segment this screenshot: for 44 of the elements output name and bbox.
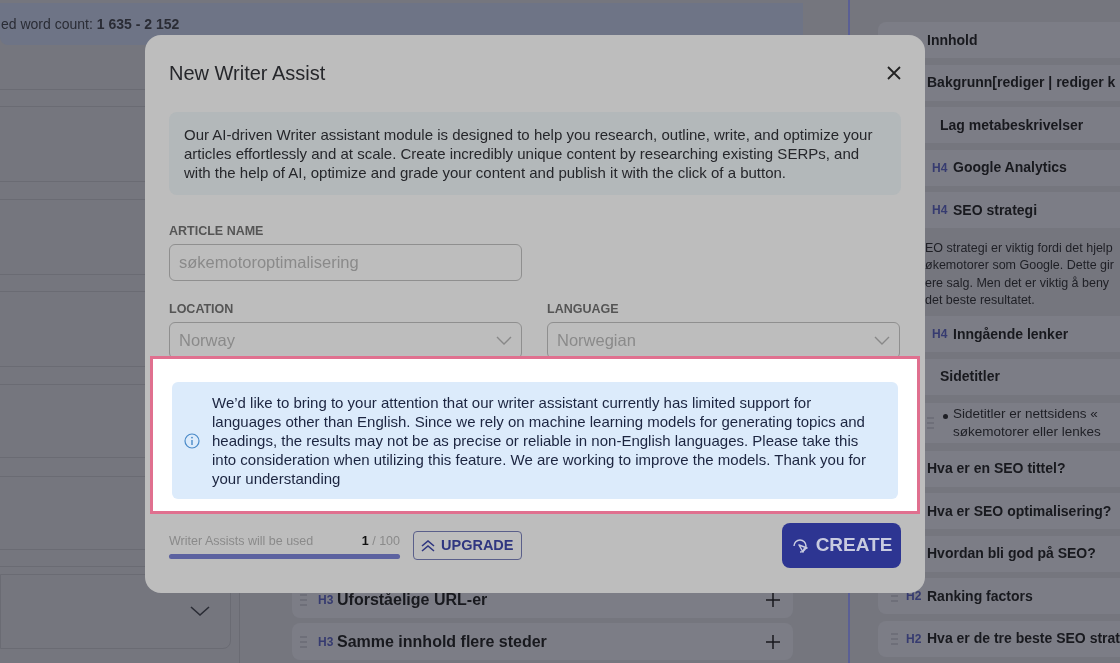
heading-text: Bakgrunn[rediger | rediger k	[927, 73, 1116, 92]
heading-text: Google Analytics	[953, 158, 1067, 177]
heading-level: H4	[932, 202, 949, 219]
heading-text: Inngående lenker	[953, 324, 1069, 344]
heading-text: Hva er de tre beste SEO strat	[927, 629, 1120, 648]
outline-item[interactable]: H2 Hva er de tre beste SEO strat	[878, 620, 1120, 657]
drag-handle-icon[interactable]	[300, 592, 307, 607]
heading-text: SEO strategi	[953, 200, 1038, 220]
heading-text: Hva er en SEO tittel?	[927, 459, 1066, 478]
info-icon	[184, 432, 200, 449]
heading-text: Samme innhold flere steder	[337, 631, 547, 652]
plus-icon[interactable]	[766, 634, 780, 649]
upgrade-button[interactable]: UPGRADE	[413, 531, 522, 560]
notice-text: We’d like to bring to your attention that our writer assistant currently has limited support for languages other than English. Since we rely on machine learning models for generating topics and headings, the results may not be as precise or reliable in non-English languages. Please take this into consideration when utilizing this feature. We are working to improve the models. Thank you for your understanding	[212, 393, 867, 488]
close-icon	[887, 66, 901, 80]
field-label: ARTICLE NAME	[169, 223, 265, 238]
field-label: LOCATION	[169, 301, 235, 316]
chevron-down-icon	[874, 336, 890, 345]
heading-text: Uforståelige URL-er	[337, 589, 488, 610]
paragraph-text: EO strategi er viktig fordi det hjelp økemotorer som Google. Dette gir ere salg. Men det er viktig å beny det beste resultatet.	[925, 239, 1115, 309]
chevron-down-icon	[496, 336, 512, 345]
bullet-text: Sidetitler er nettsidens « søkemotorer eller lenkes	[953, 404, 1101, 441]
heading-text: Innhold	[927, 30, 978, 50]
heading-level: H3	[318, 591, 335, 609]
chevron-down-icon	[190, 606, 210, 617]
create-button[interactable]: CREATE	[782, 523, 901, 568]
heading-level: H2	[906, 630, 923, 648]
chevrons-up-icon	[421, 539, 435, 552]
plus-icon[interactable]	[766, 592, 780, 607]
bullet-icon	[943, 414, 948, 420]
heading-level: H4	[932, 159, 949, 177]
heading-level: H3	[318, 633, 335, 651]
heading-text: Ranking factors	[927, 586, 1033, 606]
modal-title: New Writer Assist	[169, 61, 326, 86]
heading-text: Sidetitler	[940, 367, 1000, 387]
heading-text: Hvordan bli god på SEO?	[927, 544, 1096, 563]
word-count-text: ed word count: 1 635 - 2 152	[1, 14, 180, 34]
cursor-icon	[790, 536, 809, 555]
intro-text: Our AI-driven Writer assistant module is designed to help you research, outline, write, and optimize your articles effortlessly and at scale. Create incredibly unique content by researching existing SERPs, and with the help of AI, optimize and grade your content and publish it with the click of a button.	[169, 112, 901, 195]
heading-level: H4	[932, 326, 949, 344]
heading-text: Lag metabeskrivelser	[940, 115, 1084, 135]
outline-item[interactable]: H3 Samme innhold flere steder	[292, 623, 793, 660]
field-label: LANGUAGE	[547, 301, 620, 316]
heading-text: Hva er SEO optimalisering?	[927, 501, 1112, 521]
